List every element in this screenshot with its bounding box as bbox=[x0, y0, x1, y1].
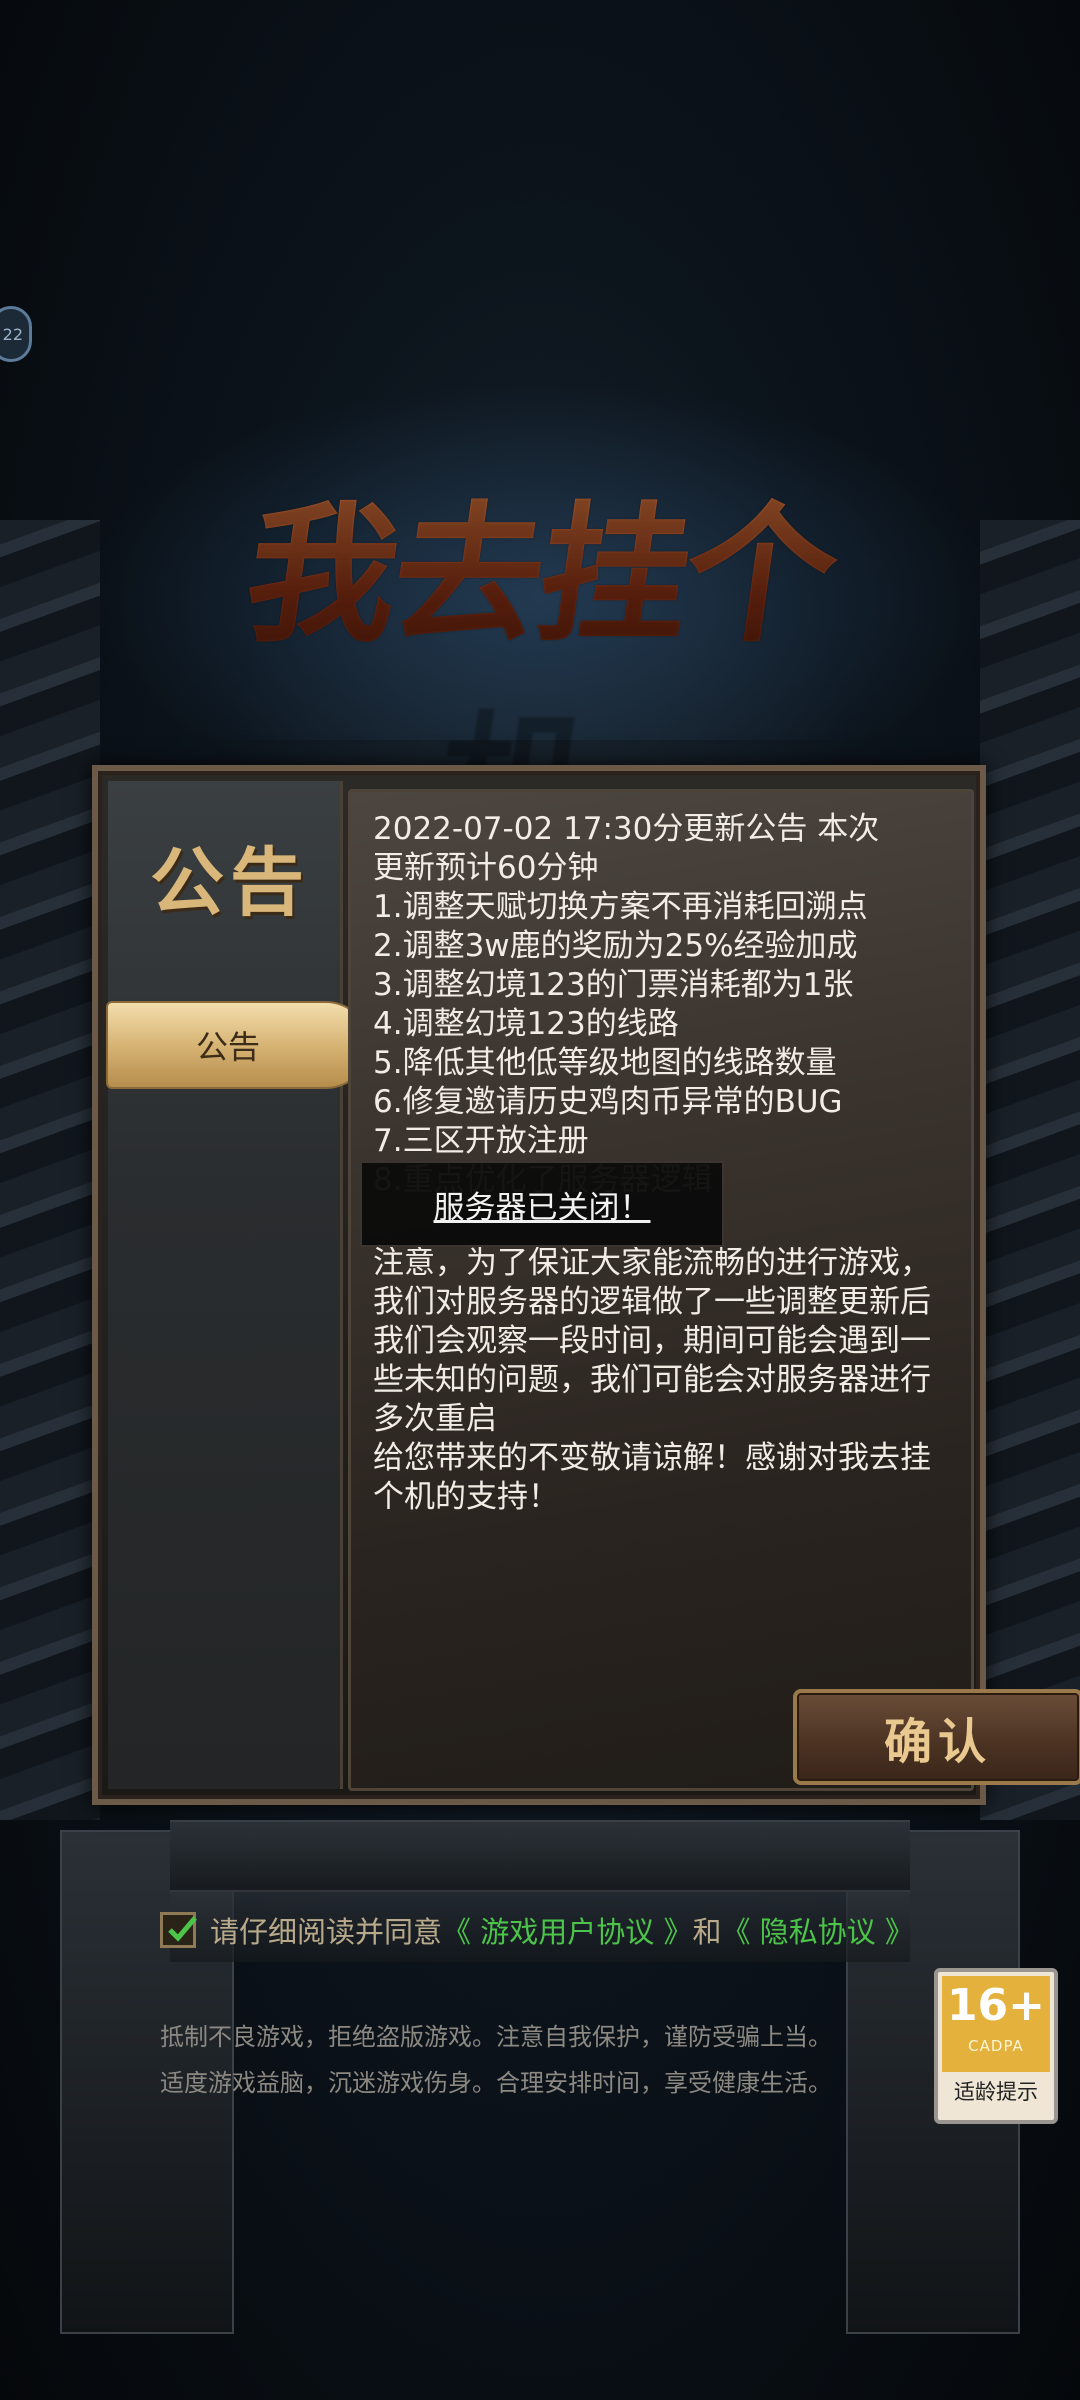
left-pillar-decoration bbox=[0, 520, 100, 1820]
privacy-agreement-link[interactable]: 《 隐私协议 》 bbox=[721, 1909, 913, 1951]
notice-line: 2.调整3w鹿的奖励为25%经验加成 bbox=[373, 928, 858, 964]
game-logo: 我去挂个机 bbox=[165, 470, 915, 873]
notice-line: 4.调整幻境123的线路 bbox=[373, 1006, 679, 1042]
agreement-prefix: 请仔细阅读并同意 bbox=[210, 1915, 443, 1949]
status-badge[interactable]: 22 bbox=[0, 306, 32, 362]
notice-line: 6.修复邀请历史鸡肉币异常的BUG bbox=[373, 1084, 843, 1120]
notice-panel[interactable]: 2022-07-02 17:30分更新公告 本次 更新预计60分钟 1.调整天赋… bbox=[348, 789, 1080, 1791]
notice-line: 更新预计60分钟 bbox=[373, 850, 599, 886]
check-icon bbox=[168, 1916, 197, 1942]
announcement-dialog: 公告 公告 2022-07-02 17:30分更新公告 本次 更新预计60分钟 … bbox=[92, 765, 1080, 1805]
age-rating-tip: 适龄提示 bbox=[954, 2080, 1038, 2104]
notice-line: 3.调整幻境123的门票消耗都为1张 bbox=[373, 967, 854, 1003]
right-pillar-decoration bbox=[980, 520, 1080, 1820]
age-rating-badge[interactable]: 16+ CADPA 适龄提示 bbox=[934, 1968, 1058, 2124]
dialog-sidebar: 公告 bbox=[108, 781, 343, 1789]
notice-line: 2022-07-02 17:30分更新公告 本次 bbox=[373, 811, 880, 847]
age-rating-number: 16+ bbox=[946, 1980, 1046, 2031]
health-disclaimer: 抵制不良游戏，拒绝盗版游戏。注意自我保护，谨防受骗上当。 适度游戏益脑，沉迷游戏… bbox=[160, 2014, 920, 2106]
dialog-title: 公告 bbox=[150, 840, 310, 926]
notice-closing: 给您带来的不变敬请谅解！感谢对我去挂个机的支持！ bbox=[373, 1440, 931, 1515]
age-rating-box: 16+ CADPA bbox=[942, 1976, 1050, 2072]
notice-line: 5.降低其他低等级地图的线路数量 bbox=[373, 1045, 837, 1081]
confirm-button[interactable]: 确认 bbox=[793, 1689, 1080, 1785]
notice-line: 1.调整天赋切换方案不再消耗回溯点 bbox=[373, 889, 868, 925]
agreement-conjunction: 和 bbox=[692, 1915, 722, 1949]
disclaimer-line: 抵制不良游戏，拒绝盗版游戏。注意自我保护，谨防受骗上当。 bbox=[160, 2023, 832, 2051]
tab-announcement[interactable]: 公告 bbox=[106, 1001, 370, 1089]
disclaimer-line: 适度游戏益脑，沉迷游戏伤身。合理安排时间，享受健康生活。 bbox=[160, 2069, 832, 2097]
stair-step bbox=[170, 1820, 910, 1892]
notice-line: 7.三区开放注册 bbox=[373, 1123, 589, 1159]
user-agreement-link[interactable]: 《 游戏用户协议 》 bbox=[442, 1909, 692, 1951]
status-badge-label: 22 bbox=[2, 324, 23, 344]
server-closed-toast: 服务器已关闭！ bbox=[360, 1161, 724, 1247]
age-rating-org: CADPA bbox=[968, 2037, 1024, 2055]
agreement-row: 请仔细阅读并同意 《 游戏用户协议 》 和 《 隐私协议 》 bbox=[160, 1908, 914, 1952]
agreement-checkbox[interactable] bbox=[160, 1912, 197, 1948]
notice-paragraph: 注意，为了保证大家能流畅的进行游戏，我们对服务器的逻辑做了一些调整更新后我们会观… bbox=[373, 1245, 931, 1437]
